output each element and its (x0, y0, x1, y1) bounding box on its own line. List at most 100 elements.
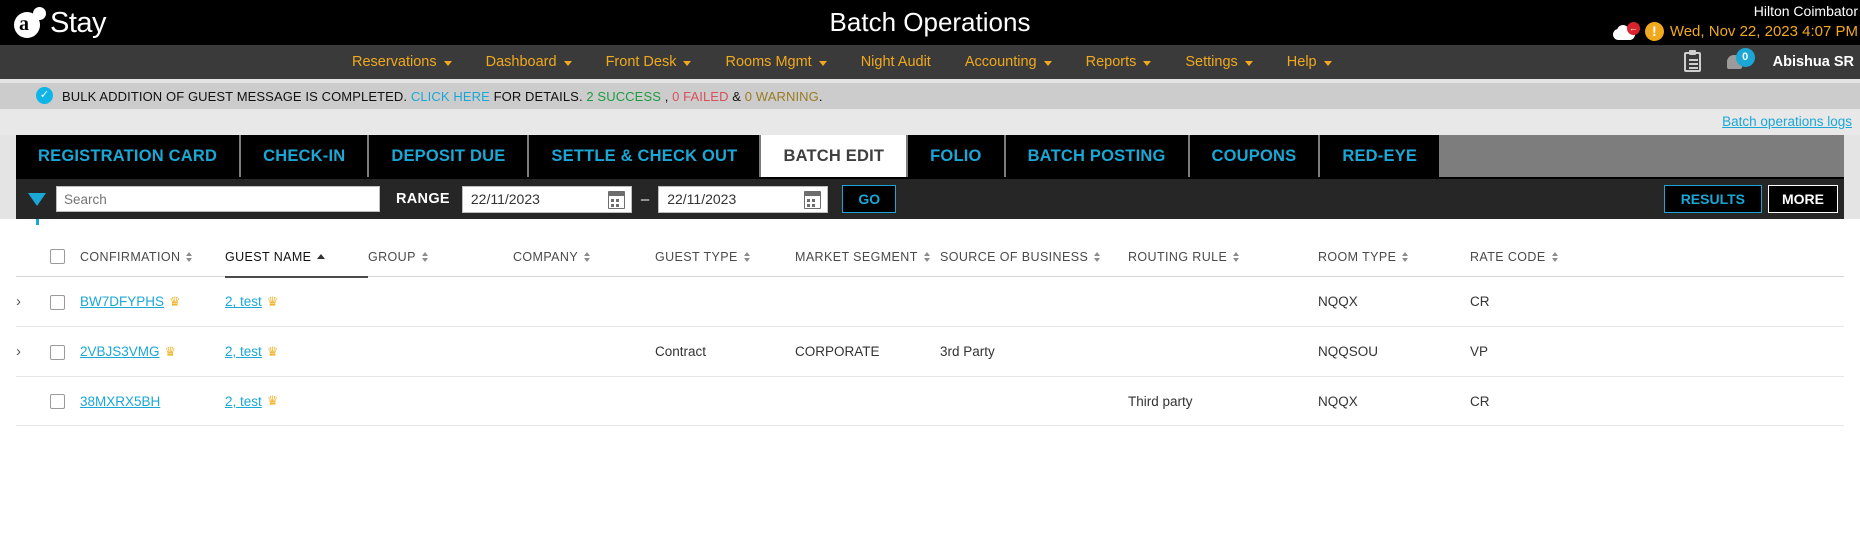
header-label: GUEST TYPE (655, 250, 738, 265)
nav-label: Rooms Mgmt (725, 54, 812, 70)
nav-item-rooms-mgmt[interactable]: Rooms Mgmt (708, 45, 843, 79)
cell-guest-name[interactable]: 2, test ♛ (225, 276, 368, 328)
cell-guest-type (655, 276, 795, 328)
row-select-cell[interactable] (50, 326, 80, 378)
table-row[interactable]: › BW7DFYPHS ♛ 2, test ♛ NQQX CR (16, 276, 1844, 328)
header-confirmation[interactable]: CONFIRMATION (80, 219, 225, 278)
sort-icon[interactable] (1402, 252, 1409, 263)
nav-item-reports[interactable]: Reports (1069, 45, 1169, 79)
header-routing-rule[interactable]: ROUTING RULE (1128, 219, 1318, 278)
confirmation-link[interactable]: BW7DFYPHS (80, 294, 164, 309)
sort-icon[interactable] (1551, 252, 1558, 263)
hotel-name: Hilton Coimbator (1753, 3, 1858, 19)
header-group[interactable]: GROUP (368, 219, 513, 278)
select-all-checkbox[interactable] (50, 249, 65, 265)
date-to-field[interactable] (658, 185, 829, 213)
warning-icon[interactable]: ! (1644, 22, 1664, 41)
header-market-segment[interactable]: MARKET SEGMENT (795, 219, 940, 278)
tab-batch-edit[interactable]: BATCH EDIT (761, 135, 909, 177)
header-room-type[interactable]: ROOM TYPE (1318, 219, 1470, 278)
cell-confirmation[interactable]: 2VBJS3VMG ♛ (80, 326, 225, 378)
vip-crown-icon: ♛ (164, 343, 177, 359)
cell-room-type: NQQX (1318, 376, 1470, 427)
row-expand-cell[interactable]: › (16, 326, 50, 378)
cell-confirmation[interactable]: 38MXRX5BH (80, 376, 225, 427)
row-checkbox[interactable] (50, 394, 65, 410)
tab-red-eye[interactable]: RED-EYE (1320, 135, 1442, 177)
guest-name-link[interactable]: 2, test (225, 294, 262, 309)
notification-count-badge: 0 (1735, 48, 1755, 67)
date-from-input[interactable] (462, 186, 593, 212)
sort-icon[interactable] (584, 252, 591, 263)
header-guest-name[interactable]: GUEST NAME (225, 219, 368, 278)
nav-items: Reservations Dashboard Front Desk Rooms … (335, 45, 1349, 79)
nav-item-reservations[interactable]: Reservations (335, 45, 469, 79)
sort-icon[interactable] (421, 252, 428, 263)
sort-icon[interactable] (1233, 252, 1240, 263)
cell-guest-name[interactable]: 2, test ♛ (225, 326, 368, 378)
cell-confirmation[interactable]: BW7DFYPHS ♛ (80, 276, 225, 328)
row-select-cell[interactable] (50, 376, 80, 427)
tab-batch-posting[interactable]: BATCH POSTING (1005, 135, 1190, 177)
header-rate-code[interactable]: RATE CODE (1470, 219, 1844, 278)
tab-deposit-due[interactable]: DEPOSIT DUE (369, 135, 530, 177)
cloud-sync-icon[interactable]: ← (1612, 22, 1640, 40)
search-input[interactable] (56, 186, 380, 212)
go-button[interactable]: GO (842, 185, 897, 213)
row-expand-cell[interactable]: › (16, 276, 50, 328)
more-button[interactable]: MORE (1768, 185, 1838, 213)
chevron-right-icon[interactable]: › (16, 343, 30, 360)
row-checkbox[interactable] (50, 344, 65, 360)
batch-operations-logs-link[interactable]: Batch operations logs (1722, 114, 1852, 129)
toolbar-zone: RANGE – GO RESULTS MORE (0, 179, 1860, 225)
confirmation-link[interactable]: 38MXRX5BH (80, 394, 160, 409)
status-banner: ✓ BULK ADDITION OF GUEST MESSAGE IS COMP… (0, 83, 1860, 109)
warning-count: 0 WARNING (744, 88, 819, 104)
chevron-right-icon[interactable]: › (16, 293, 30, 310)
nav-item-front-desk[interactable]: Front Desk (589, 45, 709, 79)
guest-name-link[interactable]: 2, test (225, 344, 262, 359)
nav-item-settings[interactable]: Settings (1168, 45, 1269, 79)
nav-item-help[interactable]: Help (1270, 45, 1349, 79)
user-menu[interactable]: Abishua SR (1773, 54, 1854, 70)
tab-zone: REGISTRATION CARD CHECK-IN DEPOSIT DUE S… (0, 135, 1860, 179)
chevron-down-icon (1043, 60, 1052, 66)
guest-name-link[interactable]: 2, test (225, 394, 262, 409)
clipboard-icon[interactable] (1683, 50, 1701, 72)
nav-item-accounting[interactable]: Accounting (948, 45, 1069, 79)
tab-settle-check-out[interactable]: SETTLE & CHECK OUT (529, 135, 762, 177)
row-checkbox[interactable] (50, 294, 65, 310)
table-row[interactable]: 38MXRX5BH 2, test ♛ Third party NQQX CR (16, 376, 1844, 427)
sort-icon[interactable] (1094, 252, 1101, 263)
calendar-icon[interactable] (607, 190, 625, 209)
table-row[interactable]: › 2VBJS3VMG ♛ 2, test ♛ Contract CORPORATE… (16, 326, 1844, 378)
nav-item-dashboard[interactable]: Dashboard (469, 45, 589, 79)
chevron-down-icon (443, 60, 452, 66)
sort-asc-icon[interactable] (317, 254, 326, 260)
calendar-icon[interactable] (804, 190, 822, 209)
notifications-bell-icon[interactable]: 0 (1725, 48, 1755, 74)
sort-icon[interactable] (186, 252, 193, 263)
date-to-input[interactable] (659, 186, 790, 212)
results-button[interactable]: RESULTS (1663, 185, 1762, 213)
tab-coupons[interactable]: COUPONS (1189, 135, 1321, 177)
tab-folio[interactable]: FOLIO (908, 135, 1006, 177)
row-select-cell[interactable] (50, 276, 80, 328)
header-company[interactable]: COMPANY (513, 219, 655, 278)
tab-registration-card[interactable]: REGISTRATION CARD (16, 135, 242, 177)
range-dash: – (640, 190, 650, 208)
cell-guest-name[interactable]: 2, test ♛ (225, 376, 368, 427)
filter-funnel-icon[interactable] (22, 192, 52, 225)
sort-icon[interactable] (923, 252, 930, 263)
date-from-field[interactable] (461, 185, 632, 213)
tab-check-in[interactable]: CHECK-IN (241, 135, 370, 177)
banner-sep1: , (660, 88, 673, 104)
nav-item-night-audit[interactable]: Night Audit (844, 45, 948, 79)
click-here-link[interactable]: CLICK HERE (411, 89, 490, 104)
sort-icon[interactable] (743, 252, 750, 263)
banner-text-part2: FOR DETAILS. (489, 88, 587, 104)
header-source-of-business[interactable]: SOURCE OF BUSINESS (940, 219, 1128, 278)
header-guest-type[interactable]: GUEST TYPE (655, 219, 795, 278)
batch-edit-table: CONFIRMATION GUEST NAME GROUP COMPANY GU… (16, 219, 1844, 427)
confirmation-link[interactable]: 2VBJS3VMG (80, 344, 160, 359)
